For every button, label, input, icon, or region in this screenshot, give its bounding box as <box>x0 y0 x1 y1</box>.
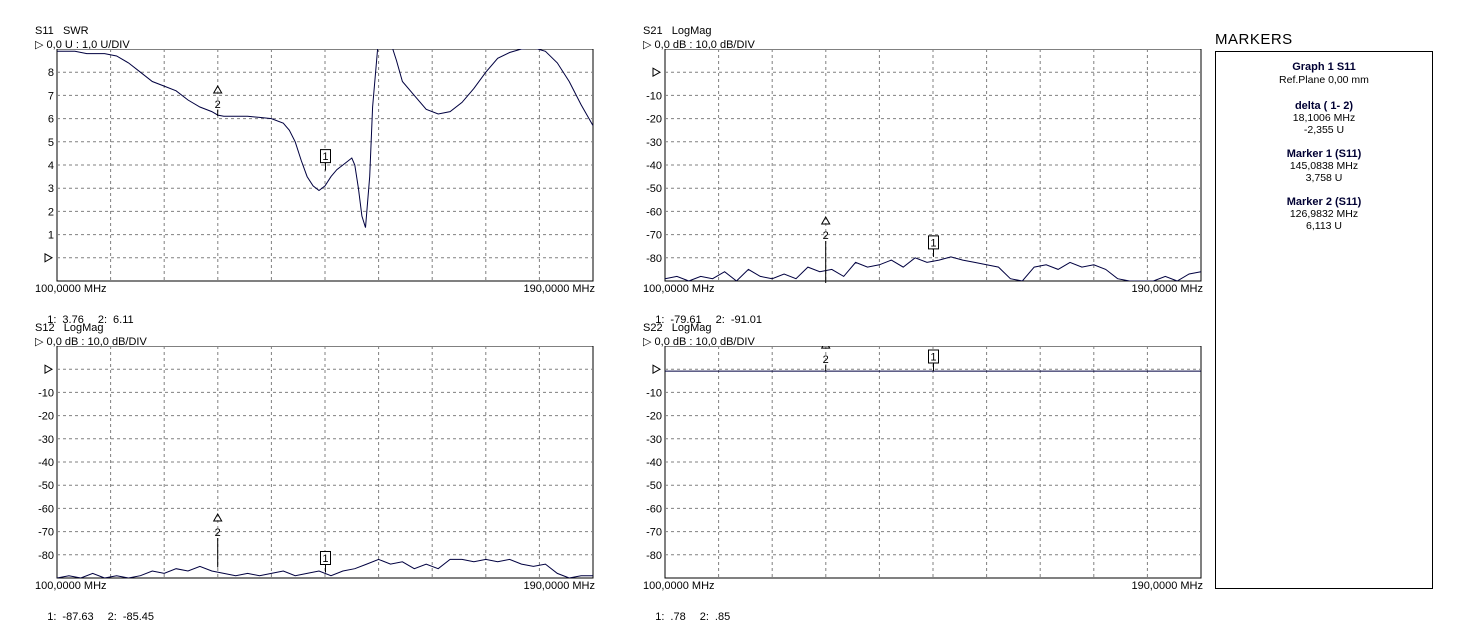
marker2-value: 6,113 U <box>1306 220 1342 232</box>
graph-s12: S12 LogMag ▷ 0,0 dB : 10,0 dB/DIV -10 -20… <box>35 322 595 623</box>
marker-1-label: 1 <box>930 352 936 364</box>
marker-readout: 1: -87.63 2: -85.45 <box>35 599 168 635</box>
y-tick-label: -60 <box>38 503 54 515</box>
delta-freq: 18,1006 MHz <box>1292 112 1356 124</box>
ref-level-icon <box>44 364 54 375</box>
plot-area[interactable]: -10 -20 -30 -40 -50 -60 -70 -80 1 2 <box>643 49 1203 283</box>
graph-s11: S11 SWR ▷ 0,0 U : 1,0 U/DIV 8765432112 1… <box>35 25 595 326</box>
marker-1-label: 1 <box>322 553 328 565</box>
marker1-block: Marker 1 (S11) 145,0838 MHz 3,758 U <box>1216 148 1432 184</box>
y-tick-label: 3 <box>48 183 54 195</box>
x-end-label: 190,0000 MHz <box>1131 283 1203 295</box>
marker1-label: Marker 1 (S11) <box>1286 148 1362 160</box>
graph-title: S12 LogMag <box>35 322 104 334</box>
readout-1-value: -87.63 <box>62 611 94 623</box>
graph-title: S11 SWR <box>35 25 89 37</box>
marker-1-label: 1 <box>930 237 936 249</box>
y-tick-label: -50 <box>38 480 54 492</box>
marker-2-label: 2 <box>823 230 829 242</box>
y-tick-label: -50 <box>646 183 662 195</box>
y-tick-label: 8 <box>48 67 54 79</box>
y-tick-label: -30 <box>646 434 662 446</box>
y-tick-label: -70 <box>646 527 662 539</box>
readout-1-value: .78 <box>670 611 686 623</box>
readout-2-label: 2: <box>699 611 709 623</box>
readout-2-label: 2: <box>107 611 117 623</box>
y-tick-label: -20 <box>38 411 54 423</box>
y-tick-label: 2 <box>48 206 54 218</box>
marker-2-label: 2 <box>215 527 221 539</box>
marker-readout: 1: .78 2: .85 <box>643 599 744 635</box>
x-end-label: 190,0000 MHz <box>523 580 595 592</box>
readout-1-label: 1: <box>655 611 665 623</box>
x-start-label: 100,0000 MHz <box>643 283 715 295</box>
markers-panel: Graph 1 S11 Ref.Plane 0,00 mm delta ( 1-… <box>1215 51 1433 589</box>
y-tick-label: -80 <box>646 253 662 265</box>
marker-2-label: 2 <box>215 99 221 111</box>
y-tick-label: -20 <box>646 411 662 423</box>
ref-level-icon <box>652 364 662 375</box>
x-end-label: 190,0000 MHz <box>523 283 595 295</box>
marker-1-label: 1 <box>322 151 328 163</box>
y-tick-label: -80 <box>646 550 662 562</box>
graph-title: S22 LogMag <box>643 322 712 334</box>
y-tick-label: -10 <box>646 90 662 102</box>
plot-area[interactable]: -10 -20 -30 -40 -50 -60 -70 -80 1 2 <box>35 346 595 580</box>
x-start-label: 100,0000 MHz <box>35 283 107 295</box>
readout-1-label: 1: <box>47 611 57 623</box>
markers-graph-label: Graph 1 S11 <box>1292 61 1356 73</box>
y-tick-label: 6 <box>48 114 54 126</box>
y-tick-label: -70 <box>38 527 54 539</box>
y-tick-label: -70 <box>646 230 662 242</box>
y-tick-label: -30 <box>38 434 54 446</box>
marker1-freq: 145,0838 MHz <box>1289 160 1359 172</box>
y-tick-label: -80 <box>38 550 54 562</box>
y-tick-label: -10 <box>38 387 54 399</box>
y-tick-label: -40 <box>646 457 662 469</box>
y-tick-label: -20 <box>646 114 662 126</box>
delta-label: delta ( 1- 2) <box>1294 100 1354 112</box>
y-tick-label: -10 <box>646 387 662 399</box>
marker1-value: 3,758 U <box>1305 172 1343 184</box>
y-tick-label: -30 <box>646 137 662 149</box>
plot-area[interactable]: -10 -20 -30 -40 -50 -60 -70 -80 1 2 <box>643 346 1203 580</box>
y-tick-label: 5 <box>48 137 54 149</box>
y-tick-label: 1 <box>48 230 54 242</box>
marker2-freq: 126,9832 MHz <box>1289 208 1359 220</box>
y-tick-label: -60 <box>646 206 662 218</box>
ref-plane-label: Ref.Plane 0,00 mm <box>1279 74 1369 86</box>
marker2-label: Marker 2 (S11) <box>1286 196 1362 208</box>
graph-s21: S21 LogMag ▷ 0,0 dB : 10,0 dB/DIV -10 -20… <box>643 25 1203 326</box>
markers-panel-title: MARKERS <box>1215 31 1293 48</box>
x-end-label: 190,0000 MHz <box>1131 580 1203 592</box>
graph-s22: S22 LogMag ▷ 0,0 dB : 10,0 dB/DIV -10 -20… <box>643 322 1203 623</box>
marker-2-label: 2 <box>823 354 829 366</box>
y-tick-label: -40 <box>646 160 662 172</box>
readout-2-value: .85 <box>714 611 731 623</box>
x-start-label: 100,0000 MHz <box>643 580 715 592</box>
y-tick-label: -60 <box>646 503 662 515</box>
y-tick-label: -50 <box>646 480 662 492</box>
y-tick-label: 7 <box>48 90 54 102</box>
graph-title: S21 LogMag <box>643 25 712 37</box>
x-start-label: 100,0000 MHz <box>35 580 107 592</box>
plot-area[interactable]: 8 7 6 5 4 3 2 1 1 2 <box>35 49 595 283</box>
readout-2-value: -85.45 <box>122 611 155 623</box>
delta-block: delta ( 1- 2) 18,1006 MHz -2,355 U <box>1216 100 1432 136</box>
y-tick-label: -40 <box>38 457 54 469</box>
ref-level-icon <box>652 67 662 78</box>
ref-level-icon <box>44 252 54 263</box>
marker2-block: Marker 2 (S11) 126,9832 MHz 6,113 U <box>1216 196 1432 232</box>
delta-value: -2,355 U <box>1303 124 1345 136</box>
y-tick-label: 4 <box>48 160 54 172</box>
